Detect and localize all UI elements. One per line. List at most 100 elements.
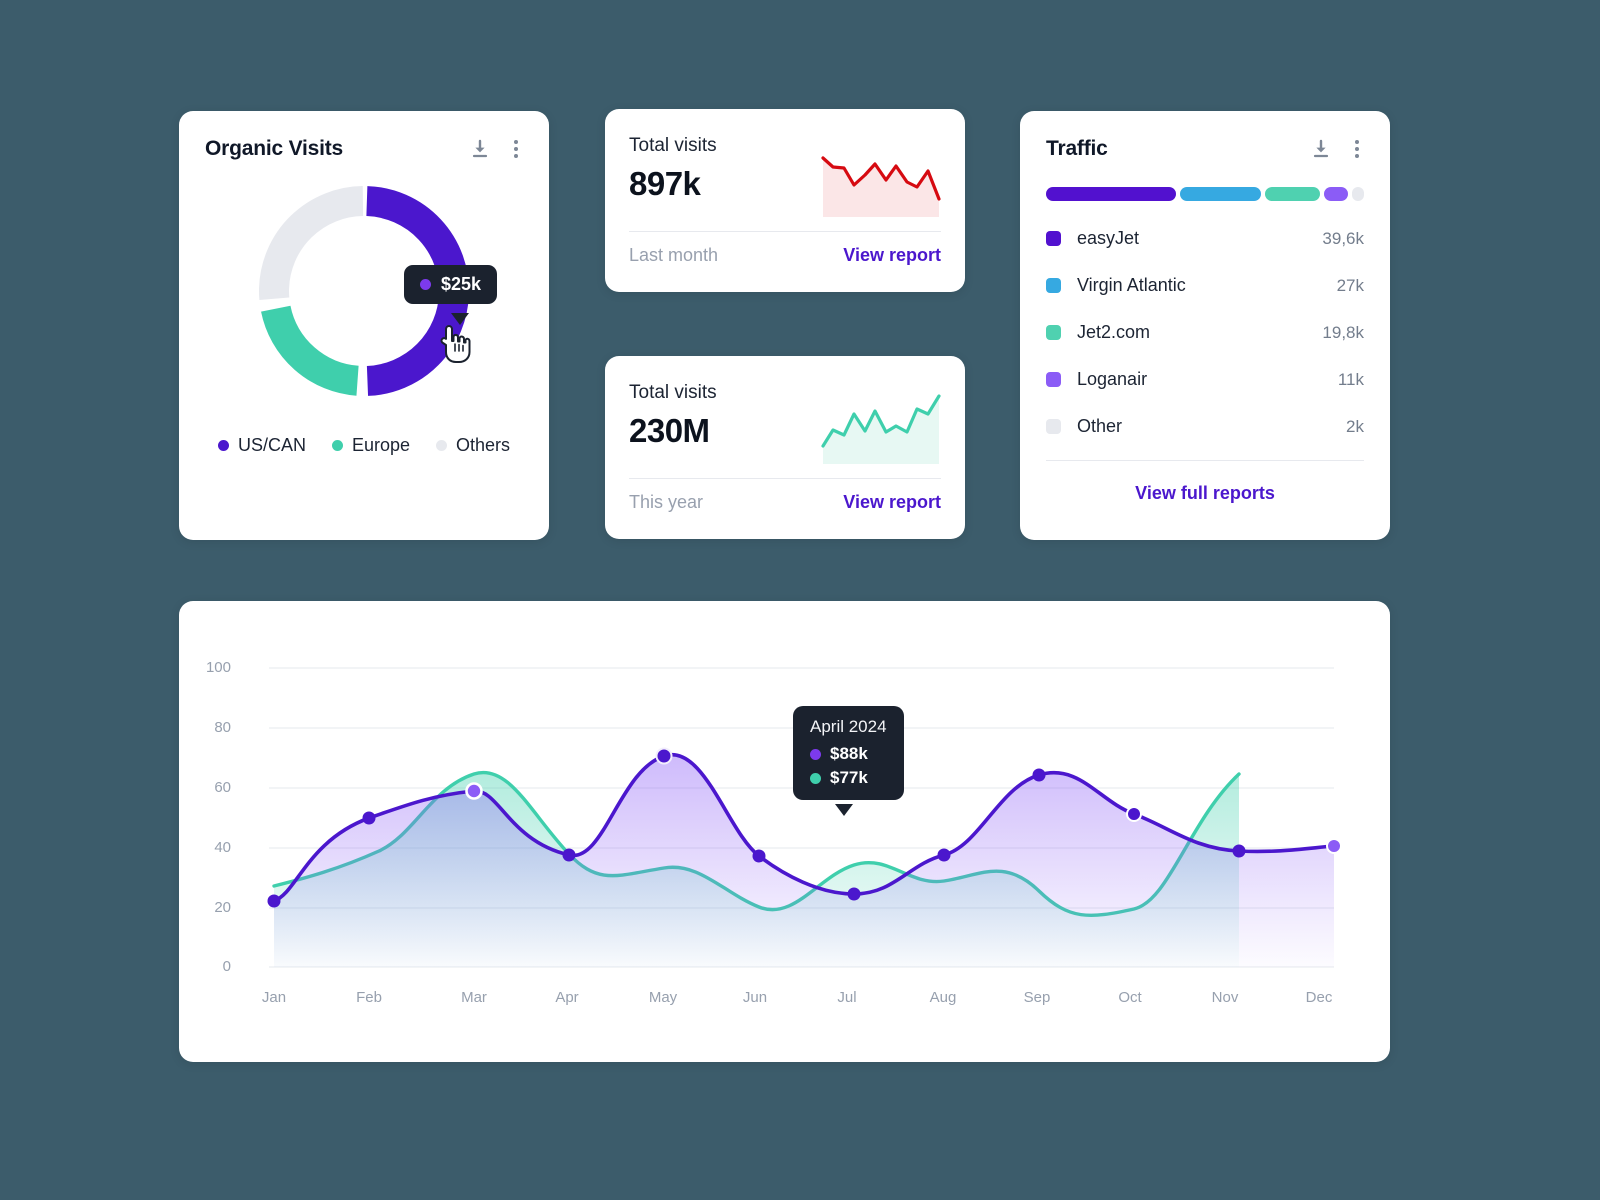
stat-period: This year xyxy=(629,492,704,512)
stat-value: 230M xyxy=(629,412,710,449)
traffic-name: Loganair xyxy=(1077,369,1148,389)
view-full-reports-link[interactable]: View full reports xyxy=(1135,483,1275,503)
data-point-jul xyxy=(847,887,861,901)
view-report-link[interactable]: View report xyxy=(843,492,941,513)
organic-header-actions xyxy=(469,138,523,160)
download-icon[interactable] xyxy=(469,138,491,160)
y-tick-0: 0 xyxy=(222,958,231,975)
stat-card-1-top: Total visits 897k xyxy=(605,109,965,217)
download-icon[interactable] xyxy=(1310,138,1332,160)
traffic-list: easyJet 39,6k Virgin Atlantic 27k Jet2.c… xyxy=(1020,201,1390,504)
swatch-virgin-atlantic xyxy=(1046,278,1061,293)
more-vertical-icon[interactable] xyxy=(509,138,523,160)
traffic-card-footer: View full reports xyxy=(1046,461,1364,504)
data-point-apr xyxy=(562,848,576,862)
legend-dot-europe xyxy=(331,440,343,451)
traffic-card-header: Traffic xyxy=(1020,111,1390,161)
stat-card-1-text: Total visits 897k xyxy=(629,135,717,203)
stat-period: Last month xyxy=(629,245,719,265)
legend-label-us-can: US/CAN xyxy=(237,435,306,455)
legend-dot-others xyxy=(436,440,448,451)
list-item[interactable]: Other 2k xyxy=(1046,403,1364,450)
tooltip-dot-teal xyxy=(810,772,821,784)
traffic-value: 2k xyxy=(1346,416,1364,436)
stat-value: 897k xyxy=(629,165,701,202)
list-item[interactable]: Virgin Atlantic 27k xyxy=(1046,262,1364,309)
tooltip-row-teal: $77k xyxy=(810,768,868,788)
traffic-value: 11k xyxy=(1337,369,1364,389)
total-visits-last-month-card: Total visits 897k Last month View report xyxy=(605,109,965,292)
y-tick-80: 80 xyxy=(214,719,231,736)
monthly-trend-card: 100 80 60 40 20 0 Jan Feb Mar Apr May Ju… xyxy=(179,601,1390,1062)
data-point-sep xyxy=(1032,768,1046,782)
swatch-jet2 xyxy=(1046,325,1061,340)
page-title: Organic Visits xyxy=(205,137,344,160)
traffic-name: Virgin Atlantic xyxy=(1077,275,1186,295)
traffic-name: easyJet xyxy=(1077,228,1140,248)
legend-label-europe: Europe xyxy=(351,435,411,455)
swatch-loganair xyxy=(1046,372,1061,387)
stat-card-2-text: Total visits 230M xyxy=(629,382,717,450)
traffic-name: Jet2.com xyxy=(1077,322,1151,342)
y-tick-40: 40 xyxy=(214,839,231,856)
traffic-value: 27k xyxy=(1336,275,1364,295)
x-tick-sep: Sep xyxy=(1023,989,1051,1006)
donut-tooltip-tail xyxy=(451,313,469,325)
list-item[interactable]: easyJet 39,6k xyxy=(1046,215,1364,262)
line-chart-tooltip-tail xyxy=(835,804,853,816)
swatch-other xyxy=(1046,419,1061,434)
tooltip-value-purple: $88k xyxy=(830,744,868,763)
hand-cursor-icon xyxy=(440,325,471,363)
traffic-header-actions xyxy=(1310,138,1364,160)
traffic-value: 19,8k xyxy=(1322,322,1364,342)
data-point-mar-highlighted xyxy=(465,782,483,800)
list-item[interactable]: Loganair 11k xyxy=(1046,356,1364,403)
donut-tooltip-dot xyxy=(420,279,431,290)
legend-item-others[interactable]: Others xyxy=(436,435,510,456)
stat-label: Total visits xyxy=(629,382,717,403)
data-point-feb xyxy=(362,811,376,825)
view-report-link[interactable]: View report xyxy=(843,245,941,266)
stat-card-2-top: Total visits 230M xyxy=(605,356,965,464)
dashboard-stage: Organic Visits $25k US/CAN Europe Others… xyxy=(0,0,1600,1200)
bar-segment-jet2[interactable] xyxy=(1265,187,1320,201)
total-visits-this-year-card: Total visits 230M This year View report xyxy=(605,356,965,539)
legend-dot-us-can xyxy=(217,440,229,451)
traffic-name: Other xyxy=(1077,416,1123,436)
tooltip-value-teal: $77k xyxy=(830,768,868,787)
x-tick-apr: Apr xyxy=(555,989,579,1006)
donut-legend: US/CAN Europe Others xyxy=(179,435,549,456)
more-vertical-icon[interactable] xyxy=(1350,138,1364,160)
bar-segment-easyjet[interactable] xyxy=(1046,187,1176,201)
bar-segment-loganair[interactable] xyxy=(1323,187,1348,201)
x-tick-mar: Mar xyxy=(461,989,487,1006)
data-point-jan xyxy=(267,894,281,908)
list-item[interactable]: Jet2.com 19,8k xyxy=(1046,309,1364,356)
traffic-card: Traffic easyJet 39,6k Virgin Atlantic 27… xyxy=(1020,111,1390,540)
traffic-title: Traffic xyxy=(1046,137,1108,160)
bar-segment-other[interactable] xyxy=(1351,187,1364,201)
stat-card-2-footer: This year View report xyxy=(605,479,965,513)
organic-visits-card: Organic Visits $25k US/CAN Europe Others xyxy=(179,111,549,540)
bar-segment-virgin-atlantic[interactable] xyxy=(1179,187,1262,201)
y-tick-60: 60 xyxy=(214,779,231,796)
legend-item-europe[interactable]: Europe xyxy=(331,435,411,456)
data-point-nov xyxy=(1232,844,1246,858)
sparkline-down-chart xyxy=(821,156,941,217)
tooltip-title: April 2024 xyxy=(810,717,887,736)
line-chart-tooltip: April 2024 $88k $77k xyxy=(793,706,904,800)
traffic-value: 39,6k xyxy=(1322,228,1364,248)
legend-item-us-can[interactable]: US/CAN xyxy=(217,435,306,456)
x-tick-jan: Jan xyxy=(261,989,287,1006)
donut-tooltip-value: $25k xyxy=(441,274,482,294)
data-point-dec xyxy=(1326,838,1342,854)
stat-label: Total visits xyxy=(629,135,717,156)
x-tick-aug: Aug xyxy=(929,989,957,1006)
main-chart-area: 100 80 60 40 20 0 Jan Feb Mar Apr May Ju… xyxy=(179,601,1390,1062)
y-tick-100: 100 xyxy=(205,659,231,676)
x-tick-feb: Feb xyxy=(356,989,382,1006)
x-tick-oct: Oct xyxy=(1118,989,1142,1006)
traffic-stacked-bar[interactable] xyxy=(1046,187,1364,201)
y-tick-20: 20 xyxy=(214,899,231,916)
x-tick-dec: Dec xyxy=(1305,989,1333,1006)
